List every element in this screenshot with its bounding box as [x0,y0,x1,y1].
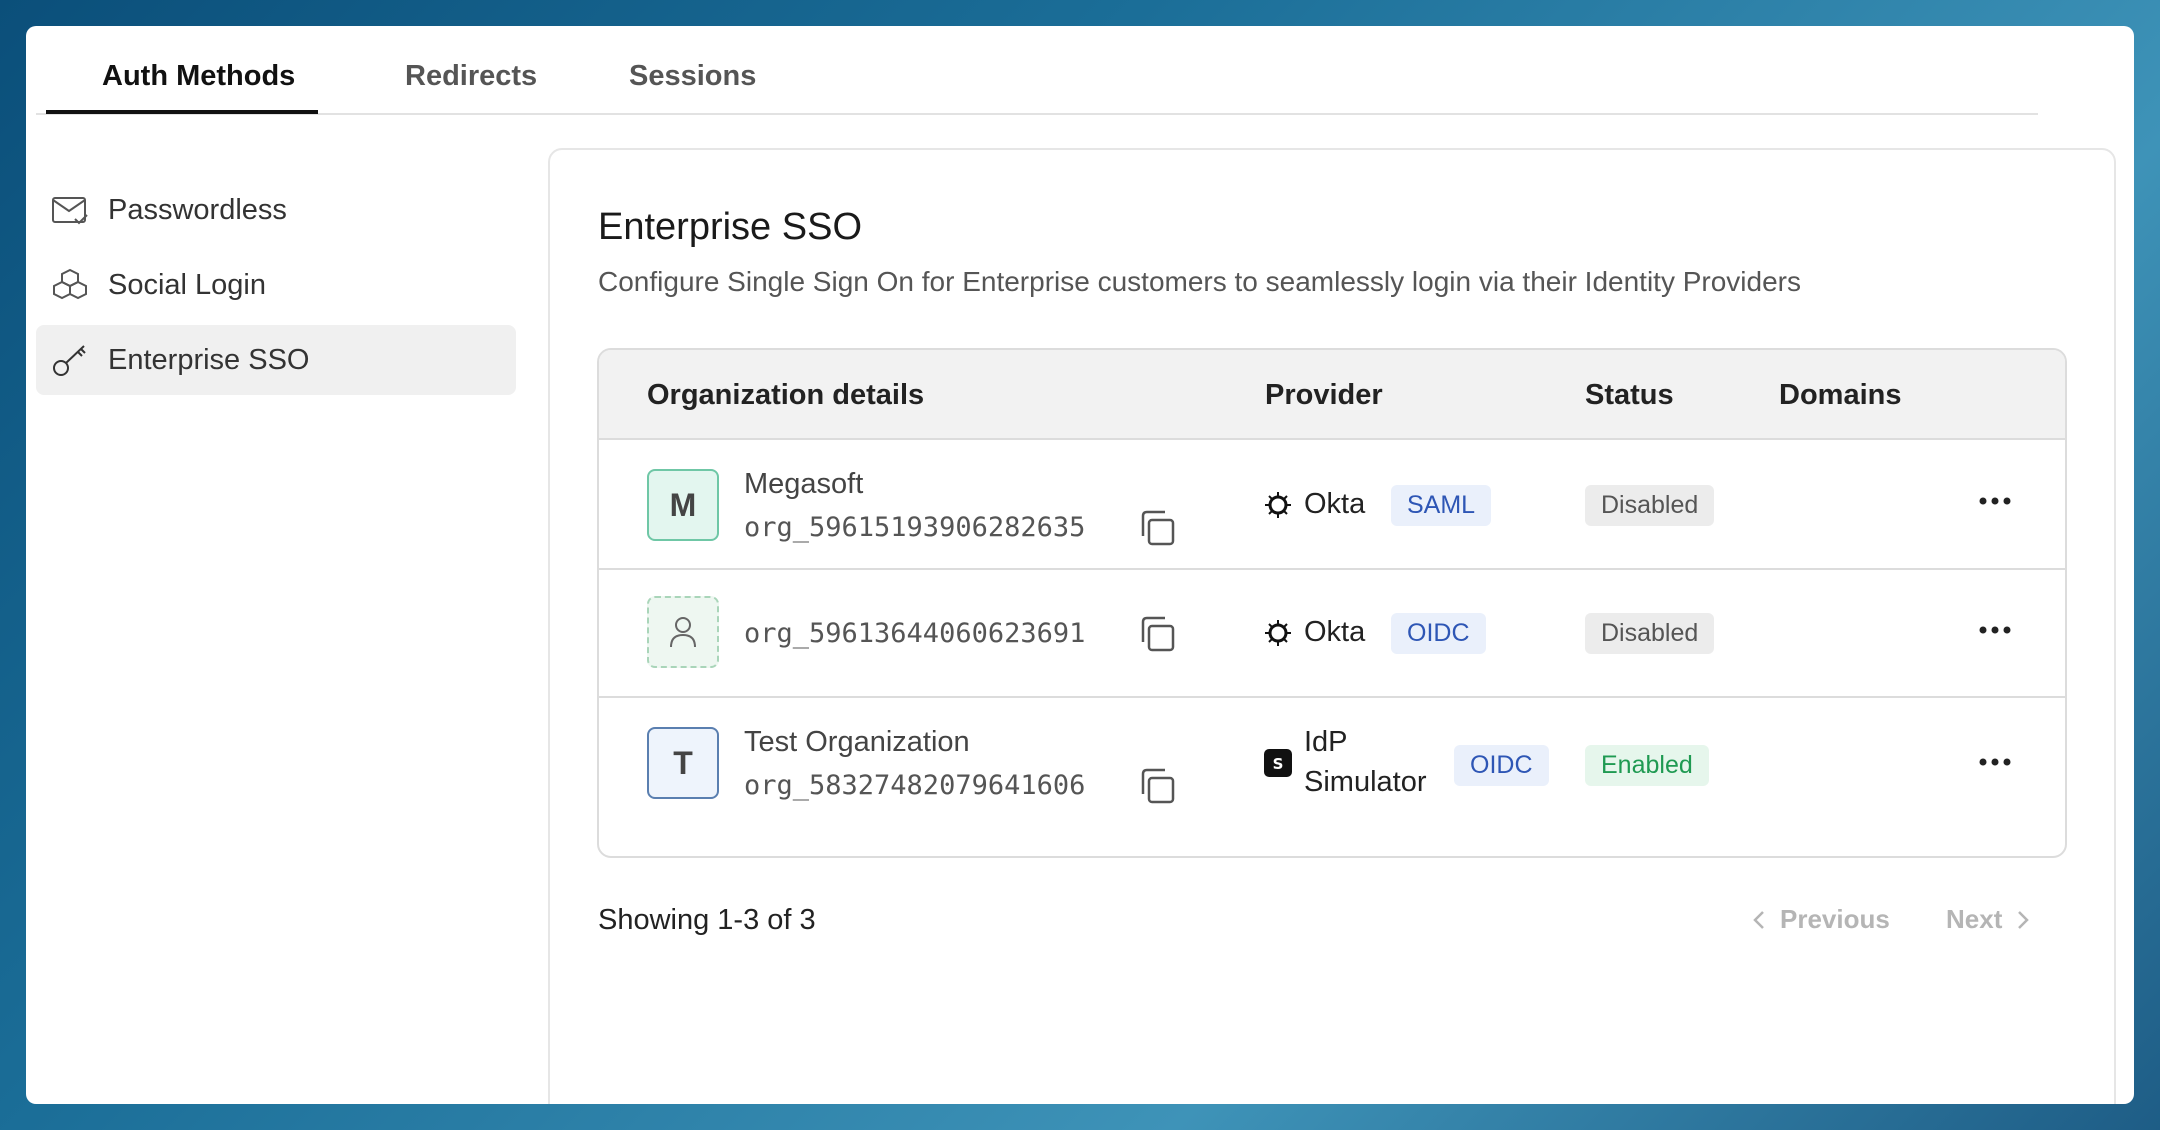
org-id: org_59613644060623691 [744,618,1086,649]
provider: Okta [1264,616,1365,649]
pagination-summary: Showing 1-3 of 3 [598,904,816,936]
copy-icon[interactable] [1137,766,1177,806]
column-header-domains: Domains [1779,379,1902,411]
copy-icon[interactable] [1137,614,1177,654]
protocol-badge: OIDC [1391,613,1486,654]
provider-name: Okta [1304,488,1366,520]
okta-icon [1265,619,1291,646]
avatar: M [647,469,719,541]
sidebar-item-label: Enterprise SSO [108,343,310,376]
table-row[interactable]: M Megasoft org_59615193906282635 Okta SA… [599,440,2065,570]
org-id: org_58327482079641606 [744,770,1086,801]
sidebar-item-label: Social Login [108,268,266,301]
sidebar-item-enterprise-sso[interactable]: Enterprise SSO [36,325,516,395]
chevron-left-icon [1753,910,1764,929]
provider: Okta [1264,488,1365,521]
previous-button[interactable]: Previous [1750,904,1890,935]
key-icon [50,340,90,380]
tab-bar: Auth Methods Redirects Sessions [36,26,2038,115]
sidebar-item-social-login[interactable]: Social Login [36,250,516,320]
idp-simulator-icon: S [1264,749,1292,777]
page-title: Enterprise SSO [598,206,862,248]
provider-name: Simulator [1304,766,1427,798]
app-window: Auth Methods Redirects Sessions Password… [26,26,2134,1104]
status-badge: Disabled [1585,485,1715,526]
active-tab-indicator [46,110,318,114]
copy-icon[interactable] [1137,508,1177,548]
more-options-icon[interactable] [1977,756,2013,768]
sidebar-item-label: Passwordless [108,193,287,226]
status-badge: Disabled [1585,613,1715,654]
more-options-icon[interactable] [1977,624,2013,636]
status-badge: Enabled [1585,745,1709,786]
mail-check-icon [50,190,90,230]
page-subtitle: Configure Single Sign On for Enterprise … [598,266,1801,297]
protocol-badge: SAML [1391,485,1492,526]
provider-name: Okta [1304,616,1366,648]
org-name: Test Organization [744,726,970,758]
table-header: Organization details Provider Status Dom… [599,350,2065,440]
boxes-icon [50,265,90,305]
next-button[interactable]: Next [1946,904,2032,935]
avatar [647,596,719,668]
sso-connections-table: Organization details Provider Status Dom… [597,348,2067,858]
chevron-right-icon [2018,910,2030,929]
table-row[interactable]: org_59613644060623691 Okta OIDC Disabled [599,570,2065,698]
tab-auth-methods[interactable]: Auth Methods [102,60,295,93]
table-row[interactable]: T Test Organization org_5832748207964160… [599,698,2065,830]
sidebar-item-passwordless[interactable]: Passwordless [36,175,516,245]
protocol-badge: OIDC [1454,745,1549,786]
tab-redirects[interactable]: Redirects [405,60,537,93]
column-header-status: Status [1585,379,1674,411]
previous-label: Previous [1780,904,1890,934]
avatar: T [647,727,719,799]
user-icon [670,617,696,648]
svg-text:S: S [1273,755,1284,773]
org-name: Megasoft [744,468,864,500]
okta-icon [1265,491,1291,518]
more-options-icon[interactable] [1977,495,2013,507]
column-header-provider: Provider [1265,379,1383,411]
next-label: Next [1946,904,2003,934]
tab-sessions[interactable]: Sessions [629,60,756,93]
provider-name: IdP [1304,726,1348,758]
column-header-organization: Organization details [647,379,925,411]
org-id: org_59615193906282635 [744,512,1086,543]
